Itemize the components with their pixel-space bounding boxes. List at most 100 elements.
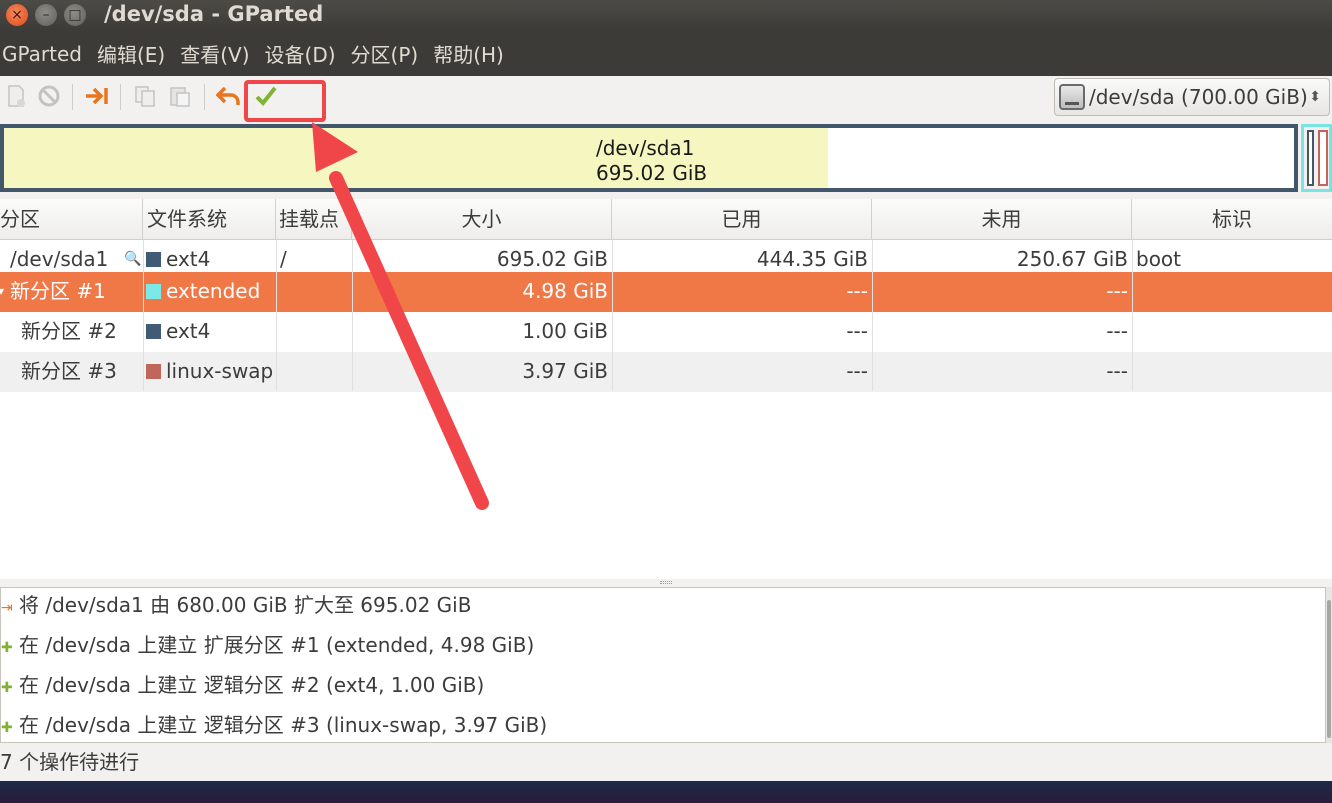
menu-partition[interactable]: 分区(P) [348,39,427,68]
maximize-icon: □ [68,7,82,23]
apply-highlight-box [244,80,326,122]
disk-graph-partition-name: /dev/sda1 [596,136,695,160]
disk-graph-label: /dev/sda1 695.02 GiB [596,136,707,186]
expander-arrow-icon[interactable]: ▾ [0,272,4,312]
paste-button[interactable] [166,84,194,110]
toolbar-separator [120,84,121,110]
filesystem-label: linux-swap [166,359,274,383]
menu-edit[interactable]: 编辑(E) [94,39,173,68]
splitter-grip-icon [660,581,672,584]
copy-button[interactable] [131,84,159,110]
used-cell: --- [846,359,868,383]
minimize-window-button[interactable]: – [35,4,57,26]
column-header-unused[interactable]: 未用 [872,199,1132,240]
size-cell: 4.98 GiB [522,279,608,303]
table-header: 分区 文件系统 挂载点 大小 已用 未用 标识 [0,199,1332,240]
partition-cell: 新分区 #2 [21,319,117,343]
filesystem-cell: extended [146,272,260,312]
close-window-button[interactable]: × [6,4,28,26]
column-divider [612,240,613,391]
partition-cell: 新分区 #3 [21,359,117,383]
operation-item[interactable]: ✚ 在 /dev/sda 上建立 扩展分区 #1 (extended, 4.98 … [1,628,534,668]
new-partition-button[interactable] [2,84,30,110]
column-divider [1132,240,1133,391]
maximize-window-button[interactable]: □ [64,4,86,26]
disk-graph: /dev/sda1 695.02 GiB [0,122,1332,194]
unused-cell: --- [1106,279,1128,303]
status-bar: 7 个操作待进行 [0,743,1332,781]
unused-cell: --- [1106,359,1128,383]
filesystem-color-swatch [146,364,161,379]
create-partition-icon: ✚ [1,720,13,736]
pending-operations-list: ⇥ 将 /dev/sda1 由 680.00 GiB 扩大至 695.02 GiB… [0,587,1326,743]
title-bar: × – □ /dev/sda - GParted [0,0,1332,31]
resize-move-icon [86,87,108,105]
desktop-background [0,781,1332,803]
minimize-icon: – [42,7,50,23]
filesystem-color-swatch [146,324,161,339]
used-cell: --- [846,319,868,343]
column-divider [872,240,873,391]
filesystem-color-swatch [146,284,161,299]
operation-text: 将 /dev/sda1 由 680.00 GiB 扩大至 695.02 GiB [19,593,472,617]
disk-graph-logical-ext4[interactable] [1307,130,1314,186]
menu-bar: GParted 编辑(E) 查看(V) 设备(D) 分区(P) 帮助(H) [0,31,1332,76]
operation-text: 在 /dev/sda 上建立 逻辑分区 #2 (ext4, 1.00 GiB) [19,673,485,697]
filesystem-cell: linux-swap [146,352,273,392]
device-selector[interactable]: /dev/sda (700.00 GiB) ⬍ [1054,78,1330,116]
new-partition-icon [8,85,25,107]
delete-icon [38,85,60,107]
combo-arrows-icon: ⬍ [1309,89,1321,105]
delete-button[interactable] [35,84,63,110]
column-header-used[interactable]: 已用 [612,199,872,240]
column-header-flags[interactable]: 标识 [1132,199,1332,240]
resize-move-button[interactable] [83,84,111,110]
operations-scrollbar-thumb[interactable] [1327,600,1331,738]
undo-icon [215,86,240,105]
menu-gparted[interactable]: GParted [0,42,90,66]
toolbar-separator [72,84,73,110]
partition-table: 分区 文件系统 挂载点 大小 已用 未用 标识 /dev/sda1 🔍 ext4… [0,199,1332,579]
column-header-partition[interactable]: 分区 [0,199,143,240]
operation-text: 在 /dev/sda 上建立 扩展分区 #1 (extended, 4.98 G… [19,633,535,657]
create-partition-icon: ✚ [1,640,13,656]
undo-button[interactable] [215,84,243,110]
column-divider [143,240,144,391]
unused-cell: --- [1106,319,1128,343]
filesystem-label: ext4 [166,247,211,271]
create-partition-icon: ✚ [1,680,13,696]
column-header-mountpoint[interactable]: 挂载点 [276,199,352,240]
menu-help[interactable]: 帮助(H) [430,39,512,68]
filesystem-label: ext4 [166,319,211,343]
copy-icon [135,86,155,107]
size-cell: 1.00 GiB [522,319,608,343]
paste-icon [170,87,190,107]
partition-cell: 新分区 #1 [10,279,106,303]
column-divider [276,240,277,391]
filesystem-color-swatch [146,252,161,267]
used-cell: --- [846,279,868,303]
toolbar-separator [204,84,205,110]
window-title: /dev/sda - GParted [104,2,324,26]
operation-text: 在 /dev/sda 上建立 逻辑分区 #3 (linux-swap, 3.97… [19,713,548,737]
column-header-filesystem[interactable]: 文件系统 [143,199,276,240]
size-cell: 3.97 GiB [522,359,608,383]
hard-disk-icon [1059,84,1085,110]
operation-item[interactable]: ✚ 在 /dev/sda 上建立 逻辑分区 #2 (ext4, 1.00 GiB) [1,668,484,708]
column-header-size[interactable]: 大小 [352,199,612,240]
close-icon: × [11,7,23,23]
operation-item[interactable]: ⇥ 将 /dev/sda1 由 680.00 GiB 扩大至 695.02 GiB [1,588,471,628]
menu-view[interactable]: 查看(V) [177,39,257,68]
filesystem-cell: ext4 [146,312,210,352]
disk-graph-extended-partition[interactable] [1301,124,1332,192]
operation-item[interactable]: ✚ 在 /dev/sda 上建立 逻辑分区 #3 (linux-swap, 3.9… [1,708,547,748]
menu-device[interactable]: 设备(D) [262,39,344,68]
filesystem-label: extended [166,279,261,303]
resize-operation-icon: ⇥ [1,600,13,616]
disk-graph-logical-swap[interactable] [1318,130,1328,186]
device-selector-label: /dev/sda (700.00 GiB) [1089,85,1308,109]
pane-splitter[interactable] [0,579,1332,587]
column-divider [352,240,353,391]
disk-graph-partition-size: 695.02 GiB [596,161,708,185]
disk-graph-partition-sda1[interactable]: /dev/sda1 695.02 GiB [0,124,1298,192]
